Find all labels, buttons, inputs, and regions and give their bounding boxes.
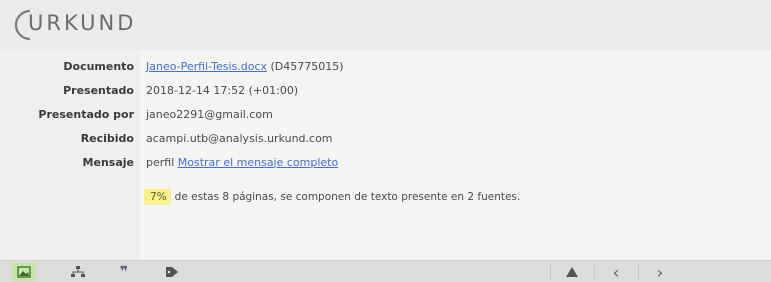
sitemap-icon [71, 266, 85, 277]
tag-button[interactable] [160, 263, 184, 281]
presentado-value: 2018-12-14 17:52 (+01:00) [146, 83, 299, 97]
recibido-label: Recibido [80, 131, 134, 145]
next-button[interactable]: › [648, 262, 672, 282]
row-recibido: Recibido acampi.utb@analysis.urkund.com [0, 128, 333, 148]
document-id: (D45775015) [270, 59, 344, 73]
chevron-right-icon: › [656, 262, 664, 282]
similarity-percent-badge: 7% [144, 189, 171, 205]
documento-value: Janeo-Perfil-Tesis.docx (D45775015) [140, 60, 344, 73]
presentado-label: Presentado [63, 83, 134, 97]
previous-button[interactable]: ‹ [604, 262, 628, 282]
quote-icon: ❞ [119, 264, 129, 280]
urkund-report-page: URKUND Documento Janeo-Perfil-Tesis.docx… [0, 0, 771, 282]
warning-button[interactable] [560, 263, 584, 281]
mensaje-value: perfil Mostrar el mensaje completo [140, 156, 338, 169]
toolbar-divider [594, 265, 595, 279]
toolbar-divider [638, 265, 639, 279]
urkund-logo: URKUND [10, 6, 137, 41]
header: URKUND [0, 0, 771, 50]
show-full-message-link[interactable]: Mostrar el mensaje completo [178, 156, 338, 169]
row-documento: Documento Janeo-Perfil-Tesis.docx (D4577… [0, 56, 344, 76]
quote-button[interactable]: ❞ [112, 263, 136, 281]
documento-label: Documento [63, 59, 134, 73]
chevron-left-icon: ‹ [612, 262, 620, 282]
row-mensaje: Mensaje perfil Mostrar el mensaje comple… [0, 152, 339, 172]
bottom-toolbar: ❞ ‹ › [0, 260, 771, 282]
image-view-button[interactable] [12, 263, 36, 281]
mensaje-label: Mensaje [82, 155, 134, 169]
similarity-summary: 7% de estas 8 páginas, se componen de te… [144, 187, 520, 207]
mensaje-text: perfil [146, 155, 175, 169]
logo-text: URKUND [28, 11, 137, 35]
recibido-value: acampi.utb@analysis.urkund.com [146, 131, 333, 145]
similarity-summary-text: de estas 8 páginas, se componen de texto… [174, 191, 521, 203]
image-icon [17, 266, 31, 278]
warning-icon [566, 267, 578, 277]
tag-icon [166, 267, 178, 277]
row-presentado: Presentado 2018-12-14 17:52 (+01:00) [0, 80, 298, 100]
logo-arc-icon [14, 9, 31, 41]
structure-button[interactable] [66, 263, 90, 281]
document-file-link[interactable]: Janeo-Perfil-Tesis.docx [146, 60, 267, 73]
presentado-por-label: Presentado por [38, 107, 134, 121]
presentado-por-value: janeo2291@gmail.com [146, 107, 273, 121]
row-presentado-por: Presentado por janeo2291@gmail.com [0, 104, 273, 124]
toolbar-divider [550, 265, 551, 279]
document-info-panel: Documento Janeo-Perfil-Tesis.docx (D4577… [0, 50, 771, 260]
